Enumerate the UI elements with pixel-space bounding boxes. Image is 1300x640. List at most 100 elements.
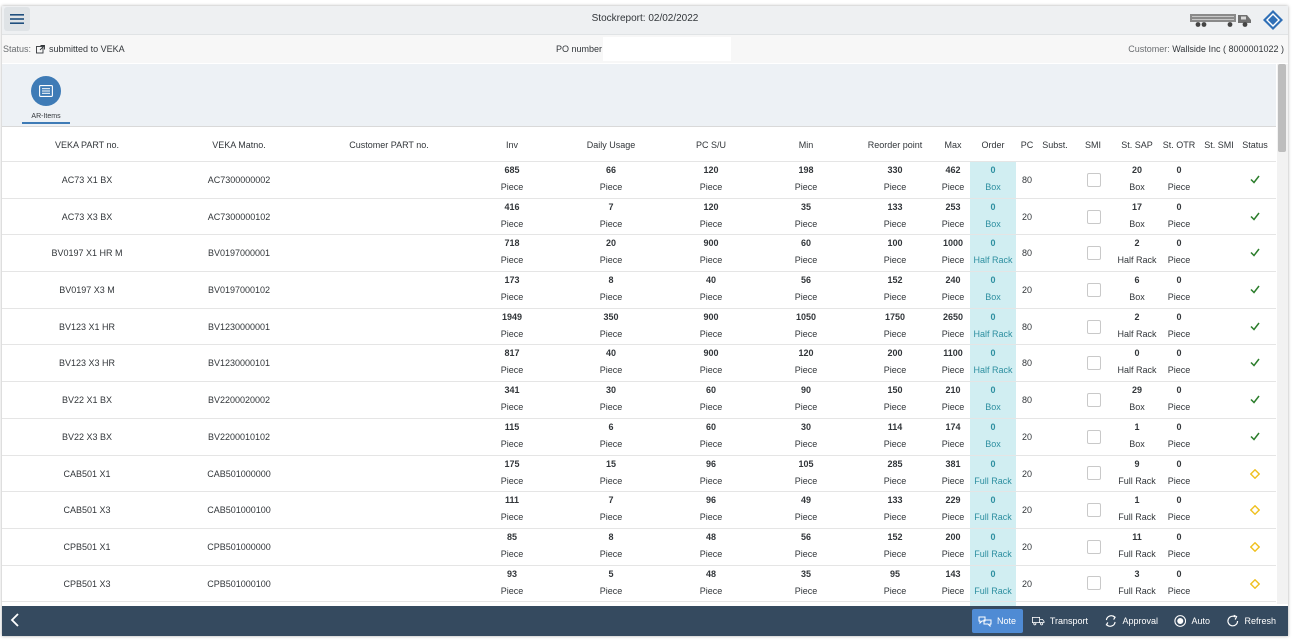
order-cell-unit: Half Rack (973, 255, 1013, 266)
max-cell: 240 Piece (936, 272, 970, 308)
smi-cell (1076, 345, 1110, 381)
order-cell-value: 0 (990, 385, 996, 396)
max-cell-unit: Piece (941, 585, 965, 596)
customer-part-no-cell (314, 529, 464, 565)
transport-button[interactable]: Transport (1026, 609, 1094, 633)
table-row[interactable]: CAB501 X1 CAB501000000 175 Piece 15 Piece 96 Pi… (2, 455, 1276, 493)
order-cell[interactable]: 0 Box (970, 382, 1016, 418)
table-row[interactable]: BV123 X1 HR BV1230000001 1949 Piece 350 Piece… (2, 308, 1276, 346)
order-cell[interactable]: 0 Full Rack (970, 455, 1016, 492)
st-otr-cell-value: 0 (1176, 311, 1182, 322)
order-cell-value: 0 (990, 568, 996, 579)
scrollbar-thumb[interactable] (1278, 64, 1286, 152)
order-cell[interactable]: 0 Full Rack (970, 565, 1016, 602)
order-cell[interactable]: 0 Box (970, 418, 1016, 455)
st-otr-cell: 0 Piece (1159, 235, 1199, 271)
table-row[interactable]: AC73 X1 BX AC7300000002 685 Piece 66 Piece 120… (2, 162, 1276, 199)
smi-checkbox[interactable] (1087, 466, 1101, 481)
reorder-point-cell-unit: Piece (883, 438, 907, 449)
order-cell[interactable]: 0 Box (970, 198, 1016, 235)
smi-checkbox[interactable] (1087, 429, 1101, 444)
smi-checkbox[interactable] (1087, 539, 1101, 554)
smi-checkbox[interactable] (1087, 576, 1101, 591)
vertical-scrollbar[interactable] (1277, 64, 1288, 604)
inv-cell-value: 341 (504, 385, 520, 396)
subst-cell (1038, 492, 1072, 528)
inv-cell-unit: Piece (500, 218, 524, 229)
subst-cell (1038, 529, 1072, 565)
page-title: Stockreport: 02/02/2022 (591, 13, 699, 24)
st-smi-cell (1201, 235, 1237, 271)
smi-checkbox[interactable] (1087, 282, 1101, 297)
status-cell (1238, 235, 1272, 271)
pc-su-cell: 96 Piece (671, 492, 751, 528)
daily-usage-cell-value: 40 (605, 348, 616, 359)
daily-usage-cell-value: 8 (608, 275, 614, 286)
table-row[interactable]: BV123 X3 HR BV1230000101 817 Piece 40 Piece 90… (2, 345, 1276, 383)
min-cell-unit: Piece (794, 328, 818, 339)
smi-checkbox[interactable] (1087, 172, 1101, 187)
reorder-point-cell-unit: Piece (883, 292, 907, 303)
inv-cell-unit: Piece (500, 365, 524, 376)
inv-cell-value: 718 (504, 238, 520, 249)
min-cell-value: 1050 (795, 311, 817, 322)
daily-usage-cell-value: 15 (605, 458, 616, 469)
min-cell-value: 35 (800, 201, 811, 212)
reorder-point-cell-unit: Piece (883, 182, 907, 192)
inv-cell-unit: Piece (500, 438, 524, 449)
order-cell[interactable]: 0 Half Rack (970, 308, 1016, 345)
order-cell[interactable]: 0 Box (970, 272, 1016, 308)
pc-su-cell-unit: Piece (699, 218, 723, 229)
order-cell-unit: Box (985, 402, 1001, 413)
table-row[interactable]: CAB501 X3 CAB501000100 111 Piece 7 Piece 96 Pie… (2, 492, 1276, 529)
table-row[interactable]: BV0197 X3 M BV0197000102 173 Piece 8 Piece 40 P… (2, 272, 1276, 309)
customer-part-no-cell (314, 162, 464, 198)
order-cell[interactable]: 0 Half Rack (970, 235, 1016, 272)
max-cell-value: 240 (945, 275, 961, 286)
reorder-point-cell-value: 330 (887, 165, 903, 175)
approval-button[interactable]: Approval (1098, 609, 1164, 633)
order-cell-value: 0 (990, 495, 996, 506)
smi-checkbox[interactable] (1087, 209, 1101, 224)
note-button[interactable]: Note (972, 609, 1023, 633)
order-cell[interactable]: 0 Box (970, 162, 1016, 198)
reorder-point-cell: 152 Piece (860, 529, 930, 565)
auto-button[interactable]: Auto (1168, 609, 1216, 633)
st-smi-cell (1201, 345, 1237, 381)
back-icon[interactable] (10, 613, 20, 627)
order-cell[interactable]: 0 Full Rack (970, 528, 1016, 565)
table-row[interactable]: CPB501 X3 CPB501000100 93 Piece 5 Piece 48 Piec… (2, 565, 1276, 603)
pc-cell: 80 (1021, 358, 1032, 369)
smi-checkbox[interactable] (1087, 392, 1101, 407)
st-sap-cell-value: 20 (1131, 165, 1142, 175)
st-otr-cell: 0 Piece (1159, 492, 1199, 528)
tab-ar-items[interactable]: AR-Items (22, 76, 70, 124)
table-row[interactable]: BV0197 X1 HR M BV0197000001 718 Piece 20 Piec… (2, 235, 1276, 273)
header-status: Status (1242, 140, 1268, 150)
pc-su-cell-value: 60 (705, 421, 716, 432)
max-cell-unit: Piece (941, 438, 965, 449)
smi-cell (1076, 162, 1110, 198)
table-row[interactable]: CPB501 X1 CPB501000000 85 Piece 8 Piece 48 Piec… (2, 528, 1276, 566)
po-number-input[interactable] (603, 37, 731, 61)
smi-checkbox[interactable] (1087, 503, 1101, 518)
smi-checkbox[interactable] (1087, 246, 1101, 261)
reorder-point-cell: 330 Piece (860, 162, 930, 198)
max-cell-unit: Piece (941, 475, 965, 486)
daily-usage-cell-unit: Piece (599, 585, 623, 596)
smi-checkbox[interactable] (1087, 319, 1101, 334)
smi-cell (1076, 566, 1110, 602)
order-cell-value: 0 (990, 348, 996, 359)
table-row[interactable]: AC73 X3 BX AC7300000102 416 Piece 7 Piece 120 P… (2, 198, 1276, 236)
customer-part-no-cell (314, 566, 464, 602)
inv-cell: 111 Piece (477, 492, 547, 528)
table-row[interactable]: BV22 X1 BX BV2200020002 341 Piece 30 Piece 60 P… (2, 382, 1276, 419)
max-cell: 2650 Piece (936, 309, 970, 345)
order-cell[interactable]: 0 Full Rack (970, 492, 1016, 528)
smi-checkbox[interactable] (1087, 356, 1101, 371)
order-cell-unit: Box (985, 438, 1001, 449)
refresh-button[interactable]: Refresh (1220, 609, 1282, 633)
order-cell[interactable]: 0 Half Rack (970, 345, 1016, 382)
check-icon (1250, 175, 1260, 184)
table-row[interactable]: BV22 X3 BX BV2200010102 115 Piece 6 Piece 60 Pi… (2, 418, 1276, 456)
